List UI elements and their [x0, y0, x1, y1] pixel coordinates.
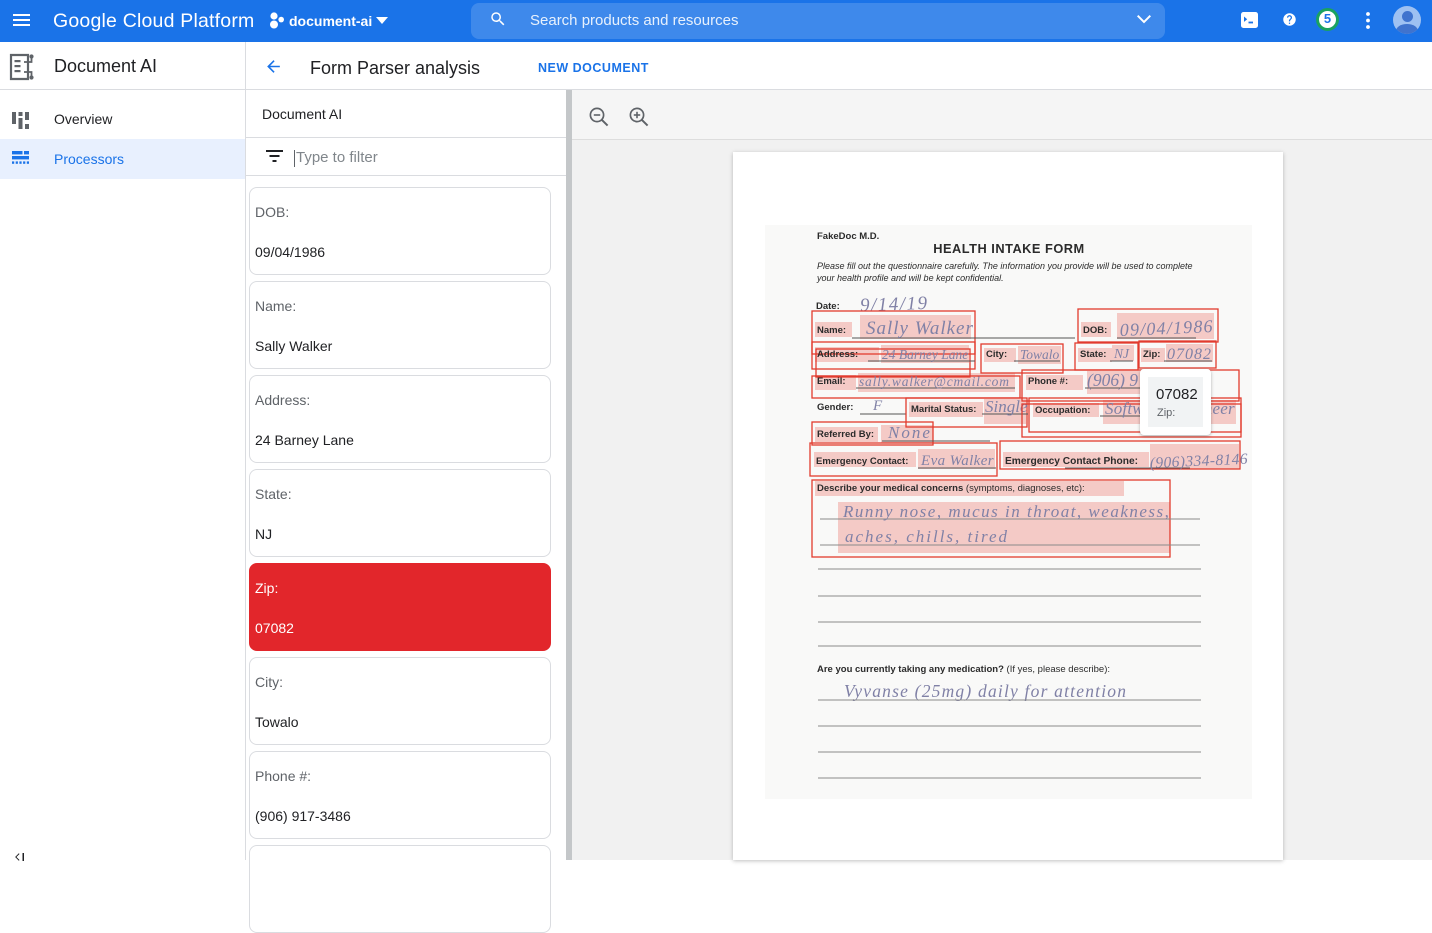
- svg-text:Describe your medical concerns: Describe your medical concerns (symptoms…: [817, 483, 1085, 494]
- svg-text:Vyvanse (25mg) daily for atten: Vyvanse (25mg) daily for attention: [844, 681, 1127, 701]
- svg-text:Please fill out the questionna: Please fill out the questionnaire carefu…: [817, 261, 1193, 271]
- svg-text:07082: 07082: [1167, 346, 1212, 363]
- svg-text:Gender:: Gender:: [817, 402, 853, 413]
- svg-text:Referred By:: Referred By:: [817, 429, 874, 440]
- svg-text:Emergency Contact:: Emergency Contact:: [816, 456, 908, 467]
- svg-text:None: None: [887, 423, 932, 442]
- svg-text:Address:: Address:: [817, 349, 858, 360]
- svg-text:Emergency Contact Phone:: Emergency Contact Phone:: [1005, 456, 1138, 467]
- svg-text:F: F: [872, 398, 883, 414]
- svg-text:Occupation:: Occupation:: [1035, 405, 1090, 416]
- svg-text:Sally Walker: Sally Walker: [866, 318, 974, 339]
- svg-text:Marital Status:: Marital Status:: [911, 404, 976, 415]
- svg-text:NJ: NJ: [1113, 346, 1130, 361]
- svg-text:Email:: Email:: [817, 376, 846, 387]
- svg-text:FakeDoc M.D.: FakeDoc M.D.: [817, 231, 879, 242]
- svg-text:aches, chills, tired: aches, chills, tired: [845, 527, 1009, 546]
- svg-text:Towalo: Towalo: [1020, 347, 1060, 362]
- svg-text:Runny nose, mucus in throat, w: Runny nose, mucus in throat, weakness,: [842, 502, 1170, 521]
- svg-text:9/14/19: 9/14/19: [860, 293, 929, 316]
- svg-text:Phone #:: Phone #:: [1028, 376, 1068, 387]
- svg-text:Zip:: Zip:: [1143, 349, 1160, 360]
- svg-text:sally.walker@cmail.com: sally.walker@cmail.com: [859, 374, 1010, 389]
- svg-text:09/04/1986: 09/04/1986: [1119, 316, 1214, 340]
- svg-text:State:: State:: [1080, 349, 1106, 360]
- svg-text:(906) 9: (906) 9: [1087, 370, 1138, 390]
- svg-text:City:: City:: [986, 349, 1007, 360]
- svg-text:Name:: Name:: [817, 325, 846, 336]
- svg-text:your health profile and will b: your health profile and will be kept con…: [816, 273, 1004, 283]
- svg-text:24 Barney Lane: 24 Barney Lane: [882, 347, 968, 362]
- svg-text:HEALTH INTAKE FORM: HEALTH INTAKE FORM: [933, 241, 1084, 256]
- svg-text:Are you currently taking any m: Are you currently taking any medication?…: [817, 664, 1110, 675]
- svg-text:Eva Walker: Eva Walker: [920, 453, 994, 469]
- svg-text:DOB:: DOB:: [1083, 325, 1107, 336]
